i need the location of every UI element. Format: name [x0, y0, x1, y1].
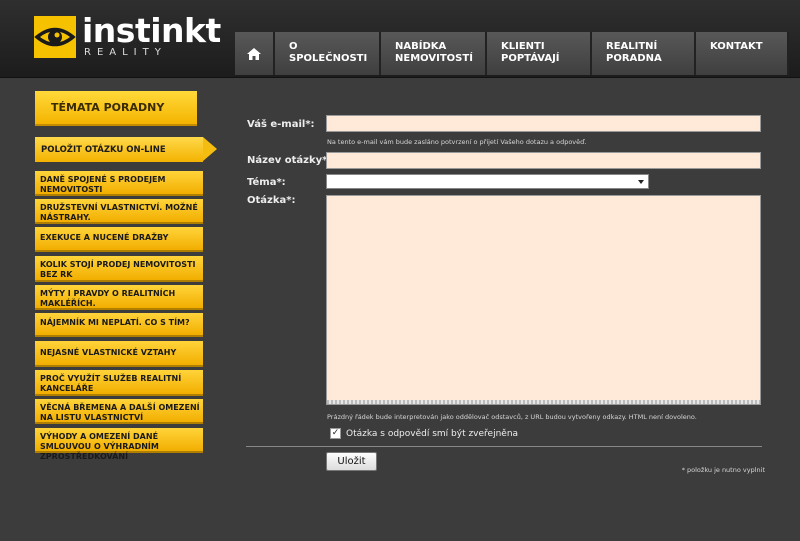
home-icon [247, 47, 261, 60]
sidebar-item-tenant[interactable]: NÁJEMNÍK MI NEPLATÍ. CO S TÍM? [35, 313, 203, 337]
chevron-down-icon [638, 180, 644, 184]
nav-advice[interactable]: REALITNÍ PORADNA [592, 32, 696, 75]
nav-home[interactable] [235, 32, 275, 75]
nav-offers-label: NABÍDKA NEMOVITOSTÍ [395, 41, 473, 64]
nav-advice-label: REALITNÍ PORADNA [606, 41, 662, 64]
topic-label: Téma*: [247, 177, 286, 188]
active-arrow-icon [203, 137, 217, 161]
nav-contact-label: KONTAKT [710, 41, 763, 52]
title-field[interactable] [326, 152, 761, 169]
sidebar-heading: TÉMATA PORADNY [35, 91, 197, 124]
sidebar-item-taxes[interactable]: DANĚ SPOJENÉ S PRODEJEM NEMOVITOSTI [35, 171, 203, 196]
question-label: Otázka*: [247, 195, 296, 206]
nav-offers[interactable]: NABÍDKA NEMOVITOSTÍ [381, 32, 487, 75]
email-label: Váš e-mail*: [247, 119, 315, 130]
sidebar-active-label: POLOŽIT OTÁZKU ON-LINE [35, 137, 203, 162]
topic-select[interactable] [326, 174, 649, 189]
brand-name: instinkt [82, 11, 221, 50]
required-note: * položku je nutno vyplnit [681, 466, 765, 474]
sidebar-item-easements[interactable]: VĚCNÁ BŘEMENA A DALŠÍ OMEZENÍ NA LISTU V… [35, 399, 203, 424]
email-field[interactable] [326, 115, 761, 132]
nav-clients[interactable]: KLIENTI POPTÁVAJÍ [487, 32, 592, 75]
question-textarea[interactable] [326, 195, 761, 405]
resize-grip[interactable] [327, 400, 760, 404]
title-label: Název otázky*: [247, 155, 332, 166]
sidebar-item-why-agency[interactable]: PROČ VYUŽÍT SLUŽEB REALITNÍ KANCELÁŘE [35, 370, 203, 396]
email-hint: Na tento e-mail vám bude zasláno potvrze… [327, 138, 587, 146]
publish-label: Otázka s odpovědí smí být zveřejněna [346, 429, 519, 439]
sidebar-item-sale-cost[interactable]: KOLIK STOJÍ PRODEJ NEMOVITOSTI BEZ RK [35, 256, 203, 282]
sidebar-item-ownership[interactable]: NEJASNÉ VLASTNICKÉ VZTAHY [35, 341, 203, 367]
publish-checkbox[interactable]: ✓ [330, 428, 341, 439]
divider [246, 446, 762, 447]
sidebar-item-myths[interactable]: MÝTY I PRAVDY O REALITNÍCH MAKLÉŘÍCH. [35, 285, 203, 310]
header: instinkt REALITY O SPOLEČNOSTI NABÍDKA N… [0, 0, 800, 78]
nav-company[interactable]: O SPOLEČNOSTI [275, 32, 381, 75]
save-button[interactable]: Uložit [326, 452, 377, 471]
logo[interactable]: instinkt REALITY [34, 11, 221, 58]
eye-logo-icon [34, 16, 76, 58]
nav-clients-label: KLIENTI POPTÁVAJÍ [501, 41, 560, 64]
sidebar-item-auctions[interactable]: EXEKUCE A NUCENÉ DRAŽBY [35, 227, 203, 252]
sidebar-item-exclusive[interactable]: VÝHODY A OMEZENÍ DANÉ SMLOUVOU O VÝHRADN… [35, 428, 203, 461]
question-hint: Prázdný řádek bude interpretován jako od… [327, 413, 697, 421]
main-nav: O SPOLEČNOSTI NABÍDKA NEMOVITOSTÍ KLIENT… [235, 32, 789, 75]
nav-company-label: O SPOLEČNOSTI [289, 41, 368, 64]
logo-text: instinkt REALITY [82, 11, 221, 58]
nav-contact[interactable]: KONTAKT [696, 32, 789, 75]
sidebar-item-cooperative[interactable]: DRUŽSTEVNÍ VLASTNICTVÍ. MOŽNÉ NÁSTRAHY. [35, 199, 203, 224]
sidebar-item-ask-online[interactable]: POLOŽIT OTÁZKU ON-LINE [35, 137, 217, 162]
